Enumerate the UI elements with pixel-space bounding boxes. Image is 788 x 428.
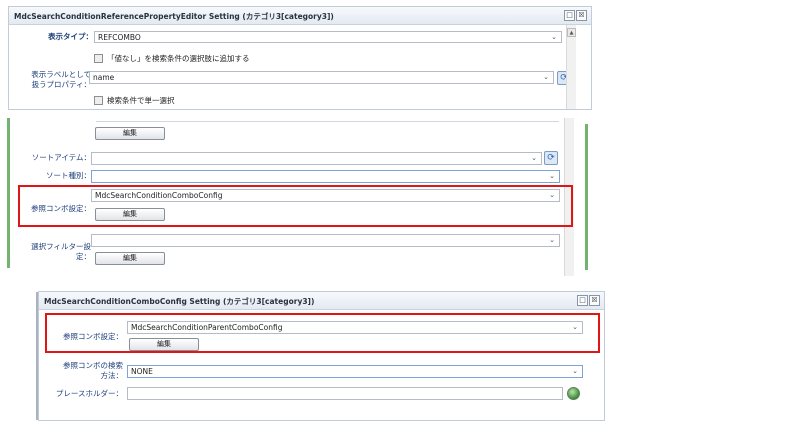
edit-button[interactable]: 編集 (95, 127, 165, 140)
divider (96, 121, 559, 122)
scrollbar[interactable]: ▲ (566, 25, 576, 109)
highlight-ref-combo (18, 185, 573, 227)
globe-icon[interactable] (567, 387, 580, 400)
highlight-ref-combo (45, 313, 600, 353)
display-label-property-select[interactable]: name ⌄ (89, 71, 554, 84)
search-method-select[interactable]: NONE ⌄ (127, 365, 583, 378)
dialog-title: MdcSearchConditionReferencePropertyEdito… (14, 12, 334, 21)
frame-edge-left (7, 118, 10, 268)
frame-edge-right (585, 124, 588, 270)
search-method-label-line2: 方法： (100, 371, 124, 380)
add-no-value-checkbox[interactable] (94, 54, 103, 63)
display-type-value: REFCOMBO (98, 33, 141, 42)
filter-edit-button[interactable]: 編集 (95, 252, 165, 265)
close-icon[interactable]: ☒ (589, 295, 600, 306)
chevron-down-icon: ⌄ (549, 236, 555, 244)
filter-label-line2: 定： (76, 252, 91, 261)
display-label-property-value: name (93, 73, 115, 82)
reference-property-editor-dialog: MdcSearchConditionReferencePropertyEdito… (8, 6, 592, 110)
search-method-value: NONE (131, 367, 153, 376)
placeholder-label: プレースホルダー： (55, 389, 123, 398)
chevron-down-icon: ⌄ (531, 154, 537, 162)
display-label-property-label-line2: 扱うプロパティ： (31, 80, 91, 89)
combo-config-dialog: MdcSearchConditionComboConfig Setting (カ… (38, 291, 605, 421)
placeholder-input[interactable] (127, 387, 563, 400)
single-select-label: 検索条件で単一選択 (107, 96, 175, 105)
chevron-down-icon: ⌄ (572, 367, 578, 375)
chevron-down-icon: ⌄ (543, 73, 549, 81)
dialog-titlebar[interactable]: MdcSearchConditionReferencePropertyEdito… (9, 7, 591, 25)
dialog-titlebar[interactable]: MdcSearchConditionComboConfig Setting (カ… (39, 292, 604, 310)
single-select-checkbox[interactable] (94, 96, 103, 105)
sort-rule-select[interactable]: ⌄ (91, 170, 560, 183)
restore-icon[interactable]: □ (564, 10, 575, 21)
display-label-property-label-line1: 表示ラベルとして (31, 70, 91, 79)
add-no-value-label: 「値なし」を検索条件の選択肢に追加する (107, 54, 250, 63)
refresh-icon[interactable]: ⟳ (544, 151, 558, 165)
filter-select[interactable]: ⌄ (91, 234, 560, 247)
sort-item-select[interactable]: ⌄ (91, 152, 542, 165)
filter-label-line1: 選択フィルター設 (31, 242, 91, 251)
display-type-select[interactable]: REFCOMBO ⌄ (94, 31, 562, 43)
restore-icon[interactable]: □ (577, 295, 588, 306)
chevron-down-icon: ⌄ (549, 172, 555, 180)
sort-rule-label: ソート種別： (46, 171, 91, 180)
scroll-up-icon[interactable]: ▲ (567, 28, 576, 37)
dialog-title: MdcSearchConditionComboConfig Setting (カ… (44, 297, 315, 306)
close-icon[interactable]: ☒ (576, 10, 587, 21)
display-type-label: 表示タイプ： (48, 32, 93, 41)
chevron-down-icon: ⌄ (551, 33, 557, 41)
sort-item-label: ソートアイテム： (31, 153, 91, 162)
search-method-label-line1: 参照コンボの検索 (63, 361, 123, 370)
